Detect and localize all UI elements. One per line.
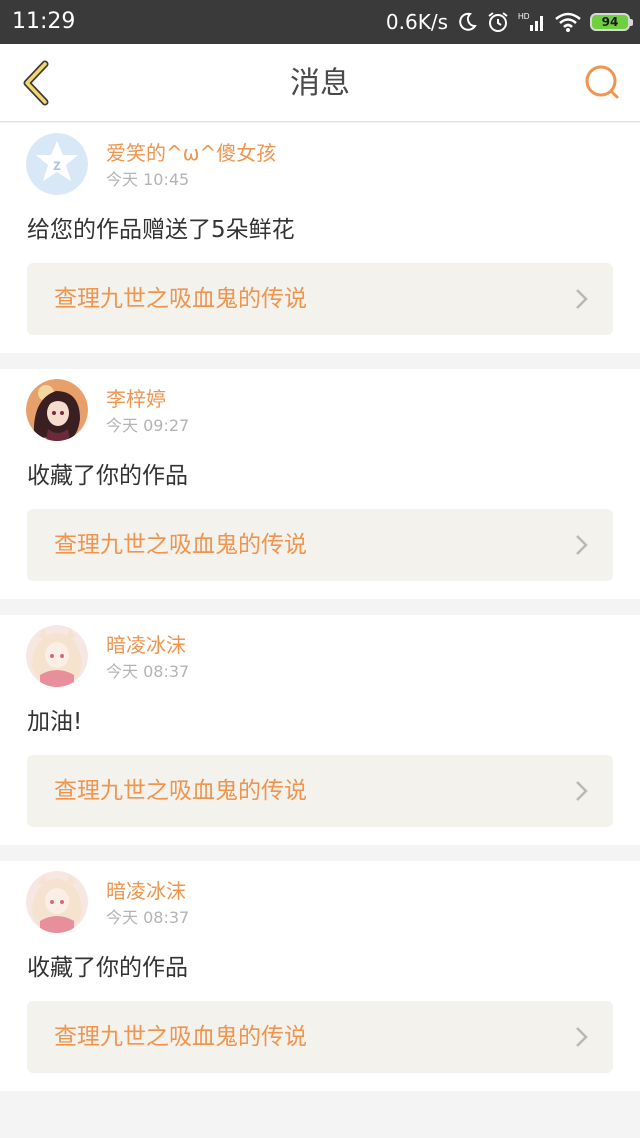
message-text: 加油! [27, 709, 83, 735]
message-time: 今天 09:27 [106, 416, 190, 435]
message-text: 收藏了你的作品 [27, 955, 188, 981]
message-text: 给您的作品赠送了5朵鲜花 [27, 217, 295, 243]
message-text: 收藏了你的作品 [27, 463, 188, 489]
work-link[interactable]: 查理九世之吸血鬼的传说 [27, 509, 613, 581]
user-name[interactable]: 暗凌冰沫 [106, 633, 186, 657]
svg-text:z: z [53, 157, 61, 174]
status-time: 11:29 [12, 9, 76, 34]
default-avatar-icon: z [26, 133, 88, 195]
svg-text:HD: HD [518, 12, 530, 21]
chevron-right-icon [576, 781, 588, 801]
work-title: 查理九世之吸血鬼的传说 [54, 286, 307, 312]
battery-icon: 94 [590, 13, 633, 31]
message-card: 暗凌冰沫 今天 08:37 收藏了你的作品 查理九世之吸血鬼的传说 [0, 861, 640, 1091]
work-title: 查理九世之吸血鬼的传说 [54, 778, 307, 804]
user-name[interactable]: 李梓婷 [106, 387, 166, 411]
message-time: 今天 10:45 [106, 170, 190, 189]
avatar[interactable]: z [26, 133, 88, 195]
nav-bar: 消息 [0, 44, 640, 122]
search-icon [585, 65, 619, 99]
network-speed: 0.6K/s [385, 10, 448, 34]
avatar[interactable] [26, 379, 88, 441]
work-link[interactable]: 查理九世之吸血鬼的传说 [27, 263, 613, 335]
anime-avatar-pink [26, 871, 88, 933]
message-time: 今天 08:37 [106, 908, 190, 927]
chevron-right-icon [576, 289, 588, 309]
wifi-icon [554, 11, 582, 33]
user-name[interactable]: 爱笑的^ω^傻女孩 [106, 141, 276, 165]
moon-icon [456, 11, 478, 33]
anime-avatar-pink [26, 625, 88, 687]
message-card: 暗凌冰沫 今天 08:37 加油! 查理九世之吸血鬼的传说 [0, 615, 640, 845]
message-card: 李梓婷 今天 09:27 收藏了你的作品 查理九世之吸血鬼的传说 [0, 369, 640, 599]
avatar[interactable] [26, 871, 88, 933]
search-button[interactable] [578, 58, 628, 108]
alarm-icon [486, 10, 510, 34]
hd-signal-icon: HD [518, 11, 546, 33]
work-link[interactable]: 查理九世之吸血鬼的传说 [27, 1001, 613, 1073]
chevron-right-icon [576, 535, 588, 555]
work-title: 查理九世之吸血鬼的传说 [54, 532, 307, 558]
status-bar: 11:29 0.6K/s HD 94 [0, 0, 640, 44]
work-link[interactable]: 查理九世之吸血鬼的传说 [27, 755, 613, 827]
battery-level: 94 [601, 15, 619, 29]
status-indicators: 0.6K/s HD 94 [385, 8, 633, 36]
chevron-right-icon [576, 1027, 588, 1047]
work-title: 查理九世之吸血鬼的传说 [54, 1024, 307, 1050]
anime-avatar-dark [26, 379, 88, 441]
message-card: z 爱笑的^ω^傻女孩 今天 10:45 给您的作品赠送了5朵鲜花 查理九世之吸… [0, 123, 640, 353]
page-title: 消息 [290, 66, 350, 101]
user-name[interactable]: 暗凌冰沫 [106, 879, 186, 903]
avatar[interactable] [26, 625, 88, 687]
message-list[interactable]: z 爱笑的^ω^傻女孩 今天 10:45 给您的作品赠送了5朵鲜花 查理九世之吸… [0, 123, 640, 1138]
message-time: 今天 08:37 [106, 662, 190, 681]
